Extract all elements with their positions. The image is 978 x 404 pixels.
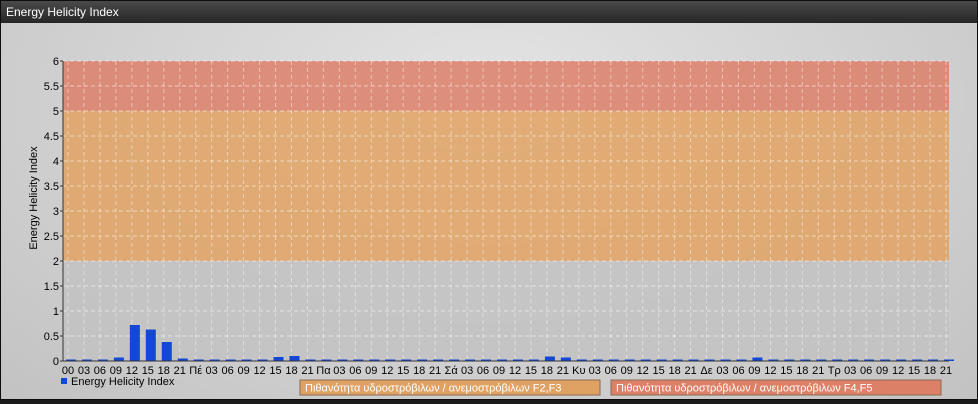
x-tick-label: 21: [557, 365, 569, 377]
band-legend-label-1: Πιθανότητα υδροστρόβιλων / ανεμοστρόβιλω…: [616, 383, 873, 395]
x-tick-label: 06: [860, 365, 872, 377]
x-tick-label: 15: [269, 365, 281, 377]
legend-marker: [61, 378, 67, 384]
x-tick-label: 09: [365, 365, 377, 377]
x-tick-label: Δε: [700, 365, 712, 377]
x-tick-label: 03: [716, 365, 728, 377]
x-tick-label: 12: [637, 365, 649, 377]
x-tick-label: 12: [764, 365, 776, 377]
chart-panel: 0 0.5 1 1.5 2 2.5 3 3.5 4 4.5 5 5.5 6 00 03 06 09 12 15 18…: [1, 23, 977, 399]
x-tick-label: 03: [589, 365, 601, 377]
bar: [129, 325, 140, 361]
y-tick-label: 2.5: [44, 231, 59, 243]
x-tick-label: Πέ: [189, 365, 202, 377]
x-tick-label: 18: [924, 365, 936, 377]
x-tick-label: 12: [253, 365, 265, 377]
x-tick-label: 15: [653, 365, 665, 377]
y-tick-label: 0: [53, 356, 59, 368]
x-tick-label: 12: [892, 365, 904, 377]
x-tick-label: 21: [940, 365, 952, 377]
x-tick-label: 09: [493, 365, 505, 377]
x-tick-label: 06: [732, 365, 744, 377]
legend-label: Energy Helicity Index: [71, 376, 175, 388]
x-tick-label: 21: [301, 365, 313, 377]
x-tick-label: 18: [668, 365, 680, 377]
x-tick-label: 15: [908, 365, 920, 377]
x-tick-label: 18: [796, 365, 808, 377]
x-tick-label: Τρ: [828, 365, 841, 377]
y-tick-label: 4: [53, 156, 59, 168]
x-tick-label: Πα: [316, 365, 331, 377]
bar: [161, 342, 172, 361]
bar: [273, 357, 284, 361]
x-tick-label: 15: [397, 365, 409, 377]
y-tick-label: 2: [53, 256, 59, 268]
x-tick-label: 06: [605, 365, 617, 377]
band-legend-label-0: Πιθανότητα υδροστρόβιλων / ανεμοστρόβιλω…: [305, 383, 562, 395]
bar: [752, 357, 763, 361]
x-tick-label: 09: [621, 365, 633, 377]
x-tick-label: 18: [285, 365, 297, 377]
y-tick-label: 3: [53, 206, 59, 218]
chart-svg: 00.511.522.533.544.555.56 00 03 06 09 12 15 18…: [28, 56, 954, 396]
x-tick-label: 18: [413, 365, 425, 377]
x-tick-label: Σά: [445, 365, 459, 377]
y-tick-label: 1: [53, 306, 59, 318]
x-tick-label: 03: [206, 365, 218, 377]
x-tick-label: 09: [748, 365, 760, 377]
bar: [289, 356, 300, 361]
y-axis-label: Energy Helicity Index: [28, 146, 40, 250]
bar: [560, 357, 571, 361]
y-tick-label: 3.5: [44, 181, 59, 193]
y-tick-label: 0.5: [44, 331, 59, 343]
x-tick-label: 09: [876, 365, 888, 377]
x-tick-label: 18: [541, 365, 553, 377]
x-tick-label: 21: [429, 365, 441, 377]
bar: [544, 356, 555, 361]
x-tick-label: 03: [461, 365, 473, 377]
x-tick-label: 21: [174, 365, 186, 377]
x-tick-label: 06: [477, 365, 489, 377]
bar: [113, 357, 124, 361]
y-tick-label: 4.5: [44, 131, 59, 143]
x-tick-label: 06: [349, 365, 361, 377]
x-tick-label: 06: [222, 365, 234, 377]
x-tick-label: 21: [684, 365, 696, 377]
y-tick-label: 5: [53, 106, 59, 118]
window-title: Energy Helicity Index: [1, 1, 977, 23]
x-tick-label: 21: [812, 365, 824, 377]
x-tick-label: 15: [525, 365, 537, 377]
x-tick-label: 15: [780, 365, 792, 377]
y-tick-label: 1.5: [44, 281, 59, 293]
y-tick-label: 6: [53, 56, 59, 68]
x-tick-label: 09: [237, 365, 249, 377]
x-tick-label: Κυ: [572, 365, 585, 377]
x-tick-label: 03: [333, 365, 345, 377]
x-tick-label: 12: [509, 365, 521, 377]
x-tick-label: 03: [844, 365, 856, 377]
bar: [145, 329, 156, 361]
chart-window: Energy Helicity Index 0 0.5 1 1.5 2 2.5 3 3.5 4 4…: [0, 0, 978, 400]
x-tick-label: 12: [381, 365, 393, 377]
y-tick-label: 5.5: [44, 81, 59, 93]
